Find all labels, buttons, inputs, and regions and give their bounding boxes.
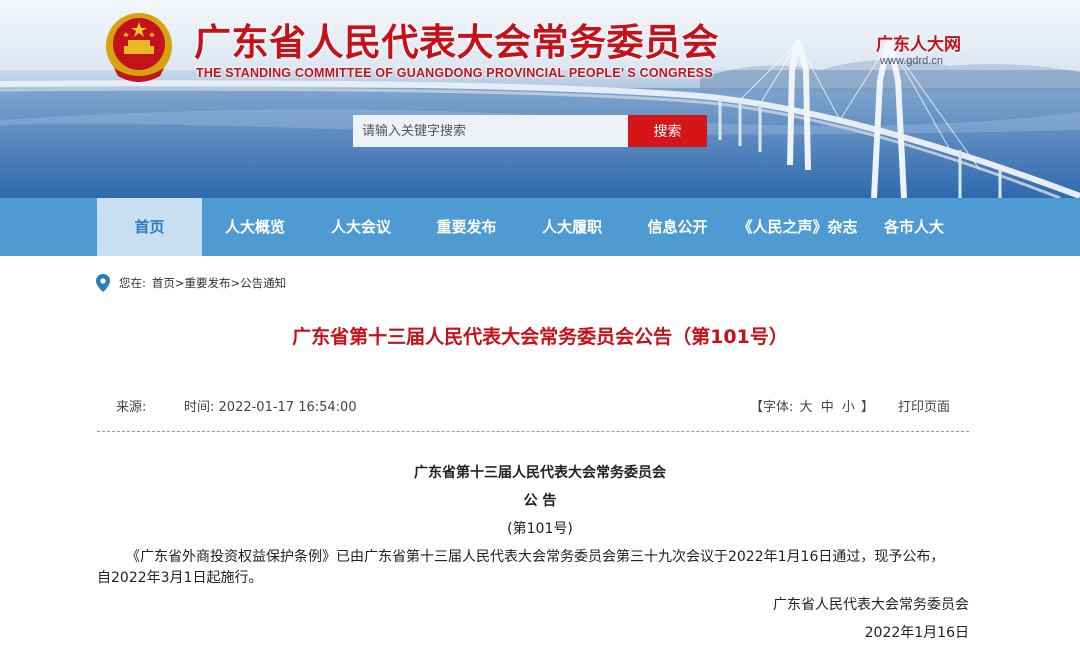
breadcrumb-notices[interactable]: 公告通知 [240, 275, 286, 291]
nav-item-disclosure[interactable]: 信息公开 [625, 198, 730, 256]
nav-item-overview[interactable]: 人大概览 [202, 198, 308, 256]
site-subtitle: THE STANDING COMMITTEE OF GUANGDONG PROV… [196, 66, 713, 80]
search-button[interactable]: 搜索 [628, 115, 707, 147]
header-banner: 广东省人民代表大会常务委员会 THE STANDING COMMITTEE OF… [0, 0, 1080, 198]
breadcrumb-releases[interactable]: 重要发布 [185, 275, 231, 291]
nav-item-meetings[interactable]: 人大会议 [308, 198, 414, 256]
article-source: 来源: [116, 400, 147, 415]
location-pin-icon [96, 274, 110, 292]
article-title: 广东省第十三届人民代表大会常务委员会公告（第101号） [292, 326, 788, 348]
meta-divider [97, 431, 969, 432]
nav-item-duties[interactable]: 人大履职 [519, 198, 625, 256]
font-size-small[interactable]: 小 [842, 400, 855, 415]
breadcrumb-separator: > [174, 276, 185, 290]
main-nav: 首页 人大概览 人大会议 重要发布 人大履职 信息公开 《人民之声》杂志 各市人… [0, 198, 1080, 256]
breadcrumb: 您在: 首页 > 重要发布 > 公告通知 [96, 274, 286, 292]
nav-item-home[interactable]: 首页 [97, 198, 202, 256]
site-title: 广东省人民代表大会常务委员会 [194, 20, 719, 64]
signature: 广东省人民代表大会常务委员会 [773, 597, 969, 613]
issuer-heading: 广东省第十三届人民代表大会常务委员会 [414, 465, 666, 481]
print-page-link[interactable]: 打印页面 [898, 396, 950, 415]
time-value: 2022-01-17 16:54:00 [218, 400, 357, 415]
signature-date: 2022年1月16日 [864, 625, 969, 641]
breadcrumb-prefix: 您在: [119, 276, 146, 290]
time-label: 时间: [184, 400, 215, 415]
breadcrumb-separator: > [230, 276, 241, 290]
notice-number: (第101号) [507, 521, 573, 537]
breadcrumb-home[interactable]: 首页 [152, 275, 175, 291]
font-size-control: 【字体: 大 中 小 】 [750, 396, 874, 415]
font-size-large[interactable]: 大 [800, 400, 813, 415]
brand-url[interactable]: www.gdrd.cn [880, 55, 943, 67]
body-paragraph-line1: 《广东省外商投资权益保护条例》已由广东省第十三届人民代表大会常务委员会第三十九次… [126, 549, 945, 565]
font-size-label: 【字体: [750, 400, 794, 415]
nav-item-releases[interactable]: 重要发布 [414, 198, 519, 256]
article-time: 时间: 2022-01-17 16:54:00 [184, 396, 357, 415]
font-size-medium[interactable]: 中 [821, 400, 834, 415]
body-paragraph-line2: 自2022年3月1日起施行。 [97, 570, 263, 586]
brand-logo-text[interactable]: 广东人大网 [876, 30, 961, 55]
nav-item-magazine[interactable]: 《人民之声》杂志 [730, 198, 865, 256]
font-size-close: 】 [861, 400, 875, 415]
nav-item-cities[interactable]: 各市人大 [865, 198, 963, 256]
national-emblem-icon [106, 13, 172, 82]
search-input[interactable] [353, 115, 629, 147]
notice-heading: 公 告 [523, 493, 557, 509]
